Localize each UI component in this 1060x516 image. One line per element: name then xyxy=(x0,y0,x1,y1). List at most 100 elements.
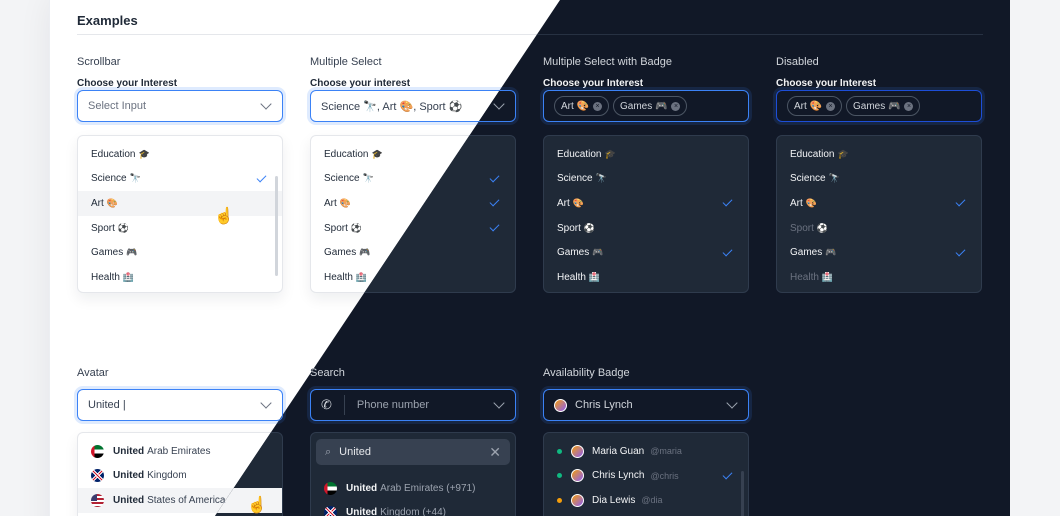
match-text: United xyxy=(113,445,145,457)
check-icon xyxy=(722,197,733,207)
options-menu: Education🎓 Science🔭 Art🎨 Sport⚽ Games🎮 Health… xyxy=(543,135,749,293)
option-emoji: 🎓 xyxy=(837,148,849,159)
option-text: Games xyxy=(557,247,590,259)
phone-number-select[interactable]: ✆ Phone number xyxy=(310,389,516,421)
phone-placeholder: Phone number xyxy=(356,399,430,411)
demo-title: Disabled xyxy=(776,56,819,68)
option-games[interactable]: Games🎮 xyxy=(544,240,748,265)
match-text: United xyxy=(346,482,378,494)
option-text: Health xyxy=(790,271,819,283)
option-art[interactable]: Art🎨 xyxy=(78,191,282,216)
country-rest: Arab Emirates (+971) xyxy=(380,482,476,494)
user-handle: @maria xyxy=(650,446,682,457)
field-label: Choose your Interest xyxy=(776,78,877,89)
option-health[interactable]: Health🏥 xyxy=(544,265,748,290)
user-option[interactable]: Chris Lynch @chris xyxy=(544,464,748,489)
country-option[interactable]: UnitedArab Emirates xyxy=(78,439,282,464)
user-option[interactable]: Dia Lewis @dia xyxy=(544,488,748,513)
option-education[interactable]: Education🎓 xyxy=(544,142,748,167)
scrollbar-thumb[interactable] xyxy=(741,471,744,516)
user-handle: @chris xyxy=(650,470,679,481)
option-text: Education xyxy=(557,148,602,160)
option-health[interactable]: Health🏥 xyxy=(78,265,282,290)
demo-title: Scrollbar xyxy=(77,56,121,68)
hand-cursor-icon: ☝ xyxy=(247,497,267,514)
options-menu: Education🎓 Science🔭 Art🎨 Sport⚽ Games🎮 Health… xyxy=(776,135,982,293)
status-available-dot xyxy=(557,473,562,479)
option-science[interactable]: Science🔭 xyxy=(78,167,282,192)
scrollbar-thumb[interactable] xyxy=(275,176,278,276)
selected-chips: Art 🎨×Games 🎮× xyxy=(554,96,738,116)
selected-chips: Art 🎨×Games 🎮× xyxy=(787,96,971,116)
option-sport[interactable]: Sport⚽ xyxy=(544,216,748,241)
option-label: Health🏥 xyxy=(557,272,735,283)
option-label: Health🏥 xyxy=(790,272,968,283)
user-option[interactable]: Maria Guan @maria xyxy=(544,439,748,464)
chip-remove-icon: × xyxy=(826,101,836,111)
country-option[interactable]: UnitedKingdom (+44) xyxy=(311,501,515,516)
selected-chip: Games 🎮× xyxy=(613,96,688,116)
search-results: UnitedArab Emirates (+971)UnitedKingdom … xyxy=(311,476,515,516)
option-label: Science🔭 xyxy=(557,173,735,184)
avatar xyxy=(571,469,584,483)
chip-remove-icon[interactable]: × xyxy=(671,101,681,111)
option-emoji: 🔭 xyxy=(362,173,374,184)
chevron-down-icon xyxy=(493,397,505,409)
option-emoji: 🔭 xyxy=(129,173,141,184)
option-sport: Sport⚽ xyxy=(777,216,981,241)
field-label: Choose your Interest xyxy=(543,78,644,89)
option-text: Games xyxy=(91,247,124,259)
separator xyxy=(343,395,345,415)
search-query: United xyxy=(339,446,371,458)
option-sport[interactable]: Sport⚽ xyxy=(78,216,282,241)
option-label: Health🏥 xyxy=(91,272,269,283)
user-name: Maria Guan xyxy=(592,445,645,457)
flag-ae-icon xyxy=(324,481,337,495)
chevron-down-icon xyxy=(726,397,738,409)
option-text: Science xyxy=(91,173,127,185)
options-menu: Education🎓 Science🔭 Art🎨 Sport⚽ Games🎮 Health… xyxy=(77,135,283,293)
chevron-down-icon xyxy=(260,98,272,110)
option-emoji: 🔭 xyxy=(595,173,607,184)
badge_select-select-input[interactable]: Art 🎨×Games 🎮× xyxy=(543,90,749,122)
option-education[interactable]: Education🎓 xyxy=(78,142,282,167)
country-option[interactable]: UnitedArab Emirates (+971) xyxy=(311,476,515,501)
scrollbar-select-input[interactable]: Select Input xyxy=(77,90,283,122)
option-emoji: 🎮 xyxy=(126,247,138,258)
option-text: Art xyxy=(557,197,570,209)
chip-remove-icon[interactable]: × xyxy=(593,101,603,111)
option-science[interactable]: Science🔭 xyxy=(544,167,748,192)
country-search-input[interactable]: United | xyxy=(77,389,283,421)
match-text: United xyxy=(113,494,145,506)
check-icon xyxy=(955,246,966,257)
option-education: Education🎓 xyxy=(777,142,981,167)
flag-gb-icon xyxy=(324,506,337,516)
option-emoji: ⚽ xyxy=(117,222,130,233)
option-emoji: ⚽ xyxy=(583,222,596,233)
option-emoji: 🎮 xyxy=(592,247,604,258)
option-text: Education xyxy=(790,148,835,160)
option-label: Art🎨 xyxy=(91,198,269,209)
select-value: Select Input xyxy=(88,100,147,112)
country-rest: Kingdom xyxy=(147,470,187,482)
option-label: Sport⚽ xyxy=(790,223,968,234)
check-icon xyxy=(722,469,733,480)
page-title: Examples xyxy=(77,13,138,28)
user-menu: Maria Guan @maria Chris Lynch @chris Dia Lew… xyxy=(543,432,749,516)
option-label: Education🎓 xyxy=(91,149,269,160)
option-label: Education🎓 xyxy=(790,149,968,160)
option-text: Health xyxy=(557,271,586,283)
user-name: Chris Lynch xyxy=(592,470,645,482)
select-value: Science 🔭, Art 🎨, Sport ⚽ xyxy=(321,100,463,113)
option-emoji: 🎮 xyxy=(825,247,837,258)
option-label: Games🎮 xyxy=(790,247,956,258)
option-art[interactable]: Art🎨 xyxy=(544,191,748,216)
country-rest: Arab Emirates xyxy=(147,445,211,457)
option-games[interactable]: Games🎮 xyxy=(78,240,282,265)
user-select-input[interactable]: Chris Lynch xyxy=(543,389,749,421)
option-emoji: 🎓 xyxy=(371,148,383,159)
option-text: Art xyxy=(324,197,337,209)
status-available-dot xyxy=(557,448,562,454)
close-icon[interactable]: ✕ xyxy=(489,444,501,461)
search-input[interactable]: ⌕ United ✕ xyxy=(316,439,510,465)
